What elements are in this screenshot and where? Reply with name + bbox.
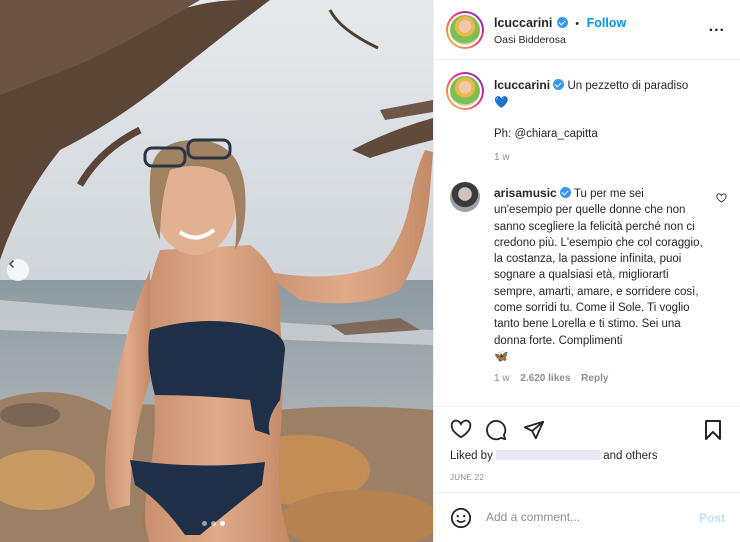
caption: lcuccarini Un pezzetto di paradiso 💙 Ph:… <box>494 77 726 163</box>
liked-by-prefix: Liked by <box>450 450 493 462</box>
photo-credit[interactable]: Ph: @chiara_capitta <box>494 128 598 140</box>
post-location[interactable]: Oasi Bidderosa <box>494 34 566 46</box>
more-options-icon[interactable]: ... <box>709 18 725 36</box>
comments-section[interactable]: lcuccarini Un pezzetto di paradiso 💙 Ph:… <box>434 60 740 406</box>
caption-author-avatar[interactable] <box>446 72 484 110</box>
comment-text: Tu per me sei un'esempio per quelle donn… <box>494 188 703 347</box>
blue-heart-emoji: 💙 <box>494 97 509 110</box>
post-photo[interactable] <box>0 0 433 542</box>
save-bookmark-icon[interactable] <box>704 419 722 441</box>
liked-by-others[interactable]: and others <box>603 450 657 462</box>
emoji-smiley-icon[interactable] <box>450 507 472 529</box>
verified-badge-icon <box>553 79 565 90</box>
separator-dot: • <box>575 18 580 30</box>
butterfly-emoji: 🦋 <box>494 350 509 363</box>
post-date[interactable]: JUNE 22 <box>450 473 484 482</box>
carousel-dot <box>211 521 216 526</box>
caption-text: Un pezzetto di paradiso <box>567 80 689 92</box>
author-avatar[interactable] <box>446 11 484 49</box>
author-username[interactable]: lcuccarini <box>494 16 552 30</box>
comment-bubble-icon[interactable] <box>485 419 507 441</box>
post-header: lcuccarini • Follow Oasi Bidderosa ... <box>434 0 740 60</box>
post-actions: Liked by and others JUNE 22 <box>434 406 740 492</box>
reply-button[interactable]: Reply <box>581 373 608 384</box>
carousel-prev-button[interactable] <box>7 259 29 281</box>
comment-timestamp[interactable]: 1 w <box>494 373 510 384</box>
share-paper-plane-icon[interactable] <box>523 419 545 441</box>
comment: arisamusic Tu per me sei un'esempio per … <box>494 185 704 384</box>
carousel-dot <box>202 521 207 526</box>
post-side-panel: lcuccarini • Follow Oasi Bidderosa ... l… <box>433 0 740 542</box>
chevron-left-icon <box>8 259 15 269</box>
verified-badge-icon <box>556 17 568 28</box>
liked-by-user-redacted[interactable] <box>496 450 601 460</box>
photo-scene <box>0 0 433 542</box>
comment-like-heart-icon[interactable] <box>716 193 727 203</box>
follow-button[interactable]: Follow <box>587 16 627 30</box>
caption-timestamp[interactable]: 1 w <box>494 152 726 163</box>
commenter-username[interactable]: arisamusic <box>494 186 557 200</box>
carousel-indicator <box>202 521 225 526</box>
comment-likes[interactable]: 2.620 likes <box>520 373 570 384</box>
commenter-avatar[interactable] <box>450 182 480 212</box>
carousel-dot-active <box>220 521 225 526</box>
like-heart-icon[interactable] <box>450 419 472 439</box>
liked-by: Liked by and others <box>450 450 658 462</box>
verified-badge-icon <box>559 187 571 198</box>
add-comment-bar: Post <box>434 492 740 542</box>
add-comment-input[interactable] <box>486 510 686 524</box>
caption-username[interactable]: lcuccarini <box>494 78 550 92</box>
post-comment-button[interactable]: Post <box>699 511 725 525</box>
